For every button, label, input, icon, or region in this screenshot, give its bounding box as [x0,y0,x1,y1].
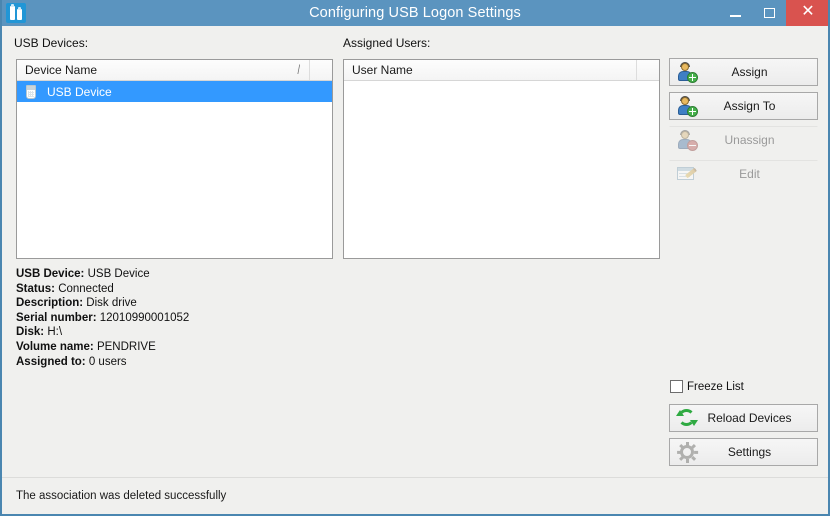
detail-value: H:\ [47,326,63,339]
app-window: Configuring USB Logon Settings ✕ USB Dev… [0,0,830,516]
status-message: The association was deleted successfully [16,490,227,502]
window-controls: ✕ [718,0,828,26]
user-add-icon [676,61,698,83]
device-details: USB Device: USB Device Status: Connected… [16,267,189,369]
close-button[interactable]: ✕ [786,0,828,26]
detail-value: 0 users [88,355,127,368]
assign-button-label: Assign [731,65,768,79]
detail-value: 12010990001052 [99,311,190,324]
assigned-users-list[interactable]: User Name [343,59,660,259]
assign-button[interactable]: Assign [669,58,818,86]
usb-stick-icon [23,84,39,100]
title-bar: Configuring USB Logon Settings ✕ [2,0,828,26]
column-header-device-name[interactable]: Device Name / [17,60,310,80]
freeze-list-checkbox[interactable]: Freeze List [670,380,744,393]
list-item[interactable]: USB Device [17,81,332,102]
unassign-button-label: Unassign [724,133,775,147]
settings-button[interactable]: Settings [669,438,818,466]
detail-value: PENDRIVE [96,340,156,353]
assign-to-button-label: Assign To [723,99,776,113]
column-header-user-name-label: User Name [352,63,413,77]
detail-row-status: Status: Connected [16,282,189,297]
column-header-filler [637,60,659,80]
minimize-icon [729,15,741,17]
reload-devices-button[interactable]: Reload Devices [669,404,818,432]
detail-value: Connected [58,282,114,295]
detail-row-assigned-to: Assigned to: 0 users [16,355,189,370]
gear-icon [676,441,698,463]
assign-to-button[interactable]: Assign To [669,92,818,120]
detail-row-description: Description: Disk drive [16,296,189,311]
list-item-label: USB Device [47,84,112,99]
edit-button-label: Edit [739,167,760,181]
usb-devices-list-body: USB Device [17,81,332,102]
usb-devices-list[interactable]: Device Name / USB Device [16,59,333,259]
assigned-users-label: Assigned Users: [343,36,431,50]
sort-indicator-icon: / [297,62,301,77]
close-icon: ✕ [801,3,815,20]
reload-devices-button-label: Reload Devices [707,411,792,425]
detail-value: USB Device [87,268,150,280]
status-bar: The association was deleted successfully [2,477,828,514]
detail-key: Assigned to: [16,355,86,368]
detail-key: Serial number: [16,311,97,324]
refresh-icon [676,407,698,429]
detail-key: Volume name: [16,340,94,353]
detail-key: Status: [16,282,55,295]
user-remove-icon [676,129,698,151]
assigned-users-list-header: User Name [344,60,659,81]
maximize-icon [763,8,775,18]
detail-row-volume-name: Volume name: PENDRIVE [16,340,189,355]
detail-row-serial-number: Serial number: 12010990001052 [16,311,189,326]
detail-row-usb-device: USB Device: USB Device [16,267,189,282]
usb-devices-icon [6,3,26,23]
column-header-filler [310,60,332,80]
window-title: Configuring USB Logon Settings [309,5,521,21]
column-header-device-name-label: Device Name [25,63,98,77]
freeze-list-label: Freeze List [687,380,744,393]
edit-pencil-icon [676,163,698,185]
detail-key: Description: [16,297,84,310]
user-add-icon [676,95,698,117]
column-header-user-name[interactable]: User Name [344,60,637,80]
minimize-button[interactable] [718,0,752,26]
detail-row-disk: Disk: H:\ [16,325,189,340]
usb-devices-label: USB Devices: [14,36,89,50]
maximize-button[interactable] [752,0,786,26]
checkbox-box[interactable] [670,380,683,393]
edit-button[interactable]: Edit [669,160,818,188]
unassign-button[interactable]: Unassign [669,126,818,154]
detail-key: USB Device: [16,268,85,280]
settings-button-label: Settings [727,445,772,459]
usb-devices-list-header: Device Name / [17,60,332,81]
detail-value: Disk drive [86,297,137,310]
detail-key: Disk: [16,326,45,339]
